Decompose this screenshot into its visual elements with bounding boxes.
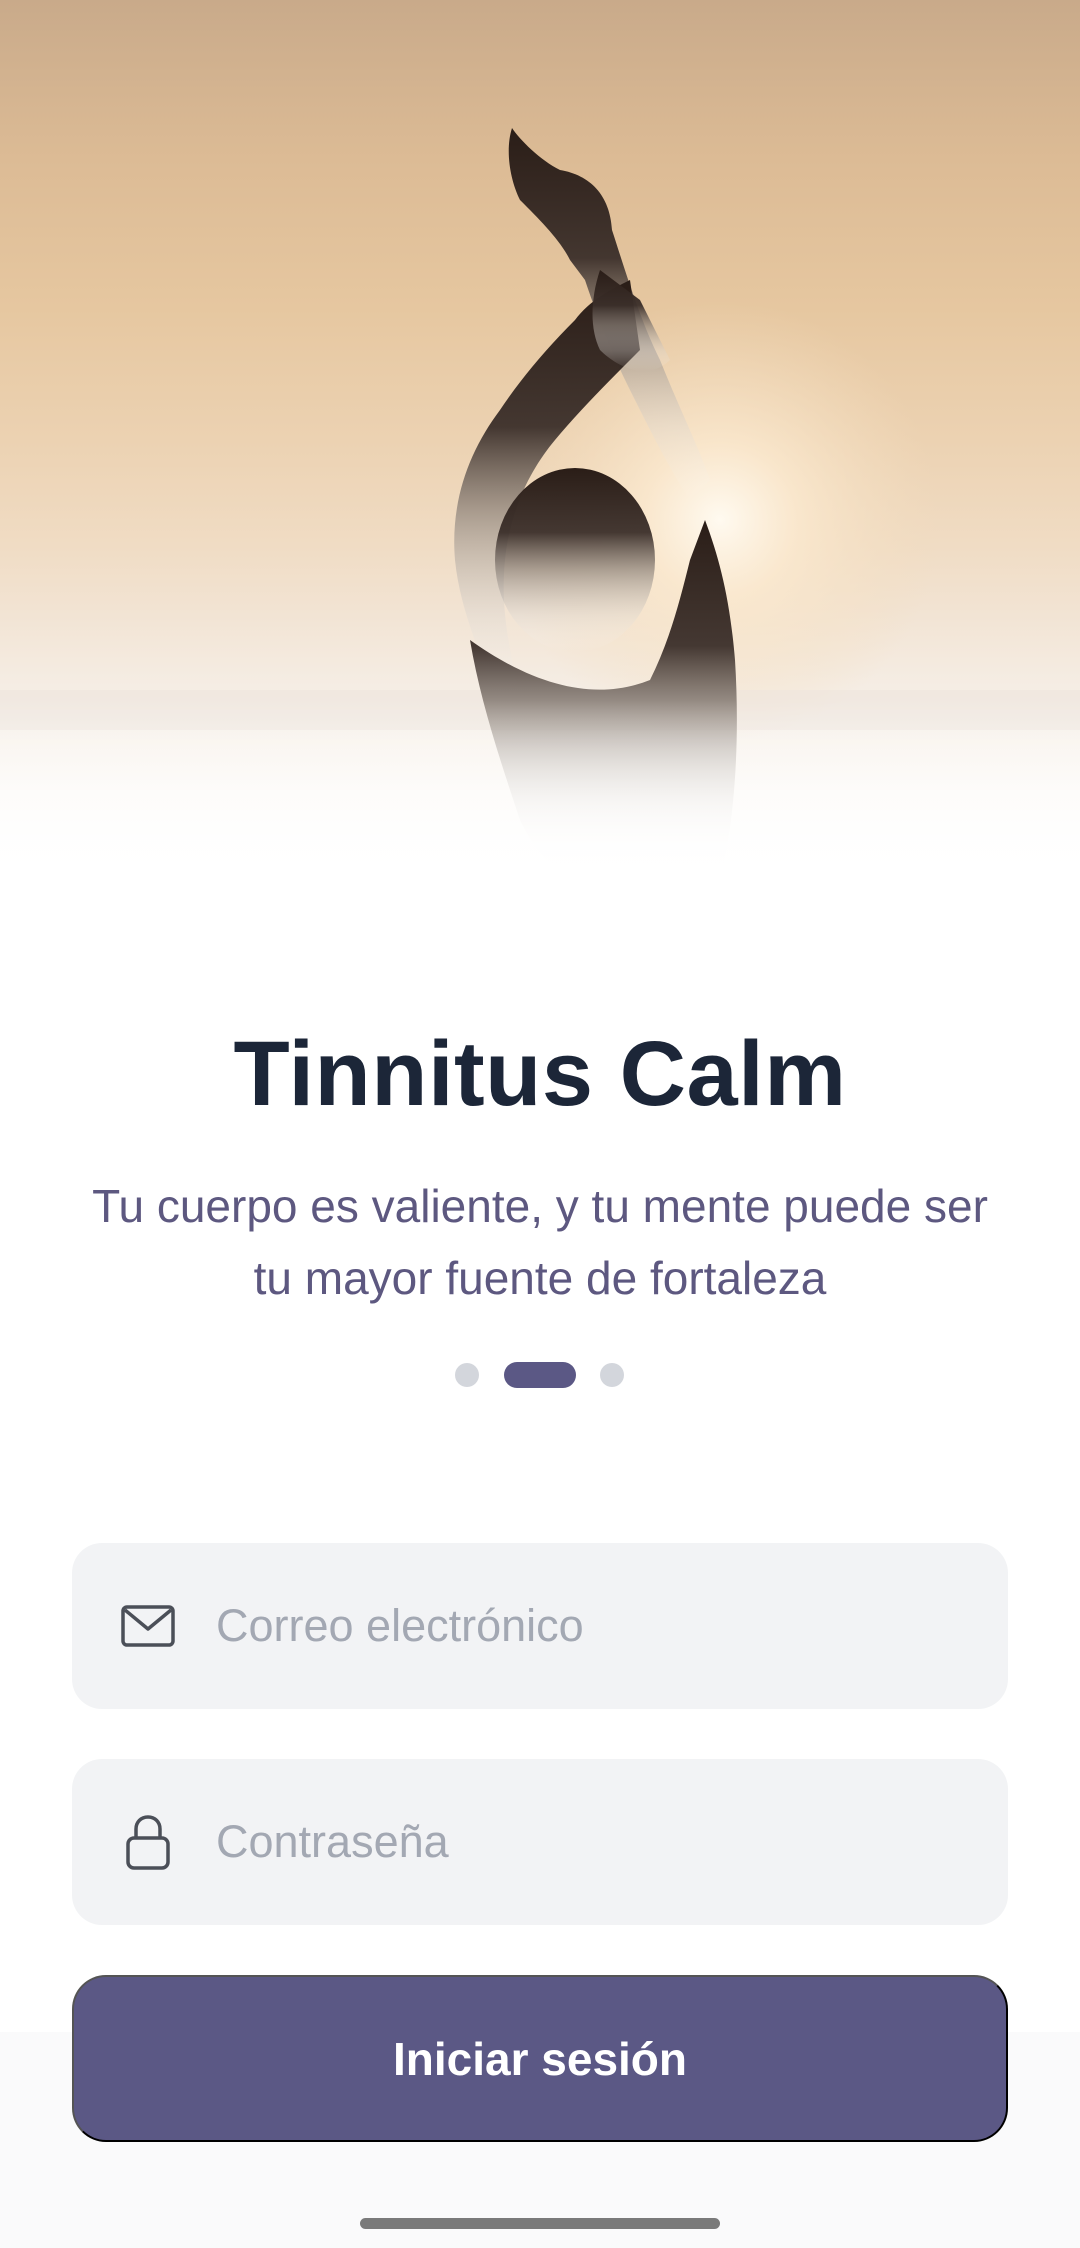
- app-tagline: Tu cuerpo es valiente, y tu mente puede …: [92, 1180, 988, 1304]
- email-input[interactable]: [216, 1543, 968, 1709]
- carousel-dot-1[interactable]: [455, 1363, 479, 1387]
- home-indicator[interactable]: [360, 2218, 720, 2229]
- carousel-indicator: [0, 1362, 1080, 1388]
- password-field[interactable]: [72, 1759, 1008, 1925]
- lock-icon: [126, 1815, 170, 1870]
- hero-silhouette-illustration: [0, 0, 1080, 880]
- app-title: Tinnitus Calm: [233, 1023, 847, 1125]
- carousel-dot-3[interactable]: [600, 1363, 624, 1387]
- password-input[interactable]: [216, 1759, 968, 1925]
- carousel-dot-2-active[interactable]: [504, 1362, 576, 1388]
- login-button[interactable]: Iniciar sesión: [72, 1975, 1008, 2142]
- hero-image: [0, 0, 1080, 880]
- email-field[interactable]: [72, 1543, 1008, 1709]
- mail-icon: [121, 1605, 175, 1647]
